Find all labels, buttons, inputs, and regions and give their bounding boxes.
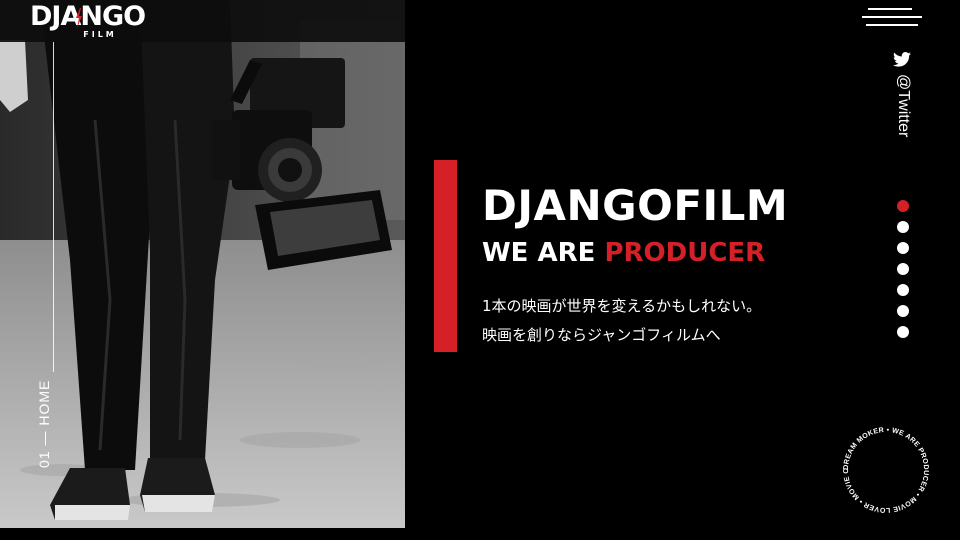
vertical-divider	[53, 42, 54, 372]
slider-dot-3[interactable]	[897, 242, 909, 254]
twitter-bird-icon	[893, 52, 911, 67]
badge-ring-text: DREAM MOKER • WE ARE PRODUCER • MOVIE LO…	[836, 420, 930, 514]
hero-title: DJANGOFILM	[482, 181, 789, 230]
slider-dot-1[interactable]	[897, 200, 909, 212]
hero-tagline: 1本の映画が世界を変えるかもしれない。 映画を創りならジャンゴフィルムへ	[482, 292, 761, 350]
logo[interactable]: DJANGO FILM	[30, 1, 146, 42]
hero-photo	[0, 0, 405, 528]
slider-dot-6[interactable]	[897, 305, 909, 317]
cameraman-illustration	[0, 0, 405, 528]
tagline-line-2: 映画を創りならジャンゴフィルムへ	[482, 326, 721, 344]
subtitle-accent: PRODUCER	[604, 238, 766, 268]
hamburger-menu-icon[interactable]	[862, 8, 922, 32]
logo-wordmark: DJANGO	[30, 1, 146, 32]
svg-text:DREAM MOKER • WE ARE PRODUCER: DREAM MOKER • WE ARE PRODUCER • MOVIE LO…	[836, 420, 930, 514]
slider-dot-4[interactable]	[897, 263, 909, 275]
slider-pagination	[897, 200, 909, 347]
rotating-text-badge: DREAM MOKER • WE ARE PRODUCER • MOVIE LO…	[836, 420, 930, 514]
slider-dot-7[interactable]	[897, 326, 909, 338]
twitter-link[interactable]: @Twitter	[888, 52, 918, 144]
twitter-label: @Twitter	[895, 74, 912, 138]
hero-subtitle: WE ARE PRODUCER	[482, 235, 765, 271]
accent-bar	[434, 160, 457, 352]
slider-dot-2[interactable]	[897, 221, 909, 233]
slider-dot-5[interactable]	[897, 284, 909, 296]
logo-subtext: FILM	[83, 30, 117, 39]
subtitle-plain: WE ARE	[482, 238, 596, 268]
tagline-line-1: 1本の映画が世界を変えるかもしれない。	[482, 297, 762, 315]
lightning-bolt-icon	[76, 8, 82, 28]
page-indicator: 01 — HOME	[36, 379, 52, 468]
